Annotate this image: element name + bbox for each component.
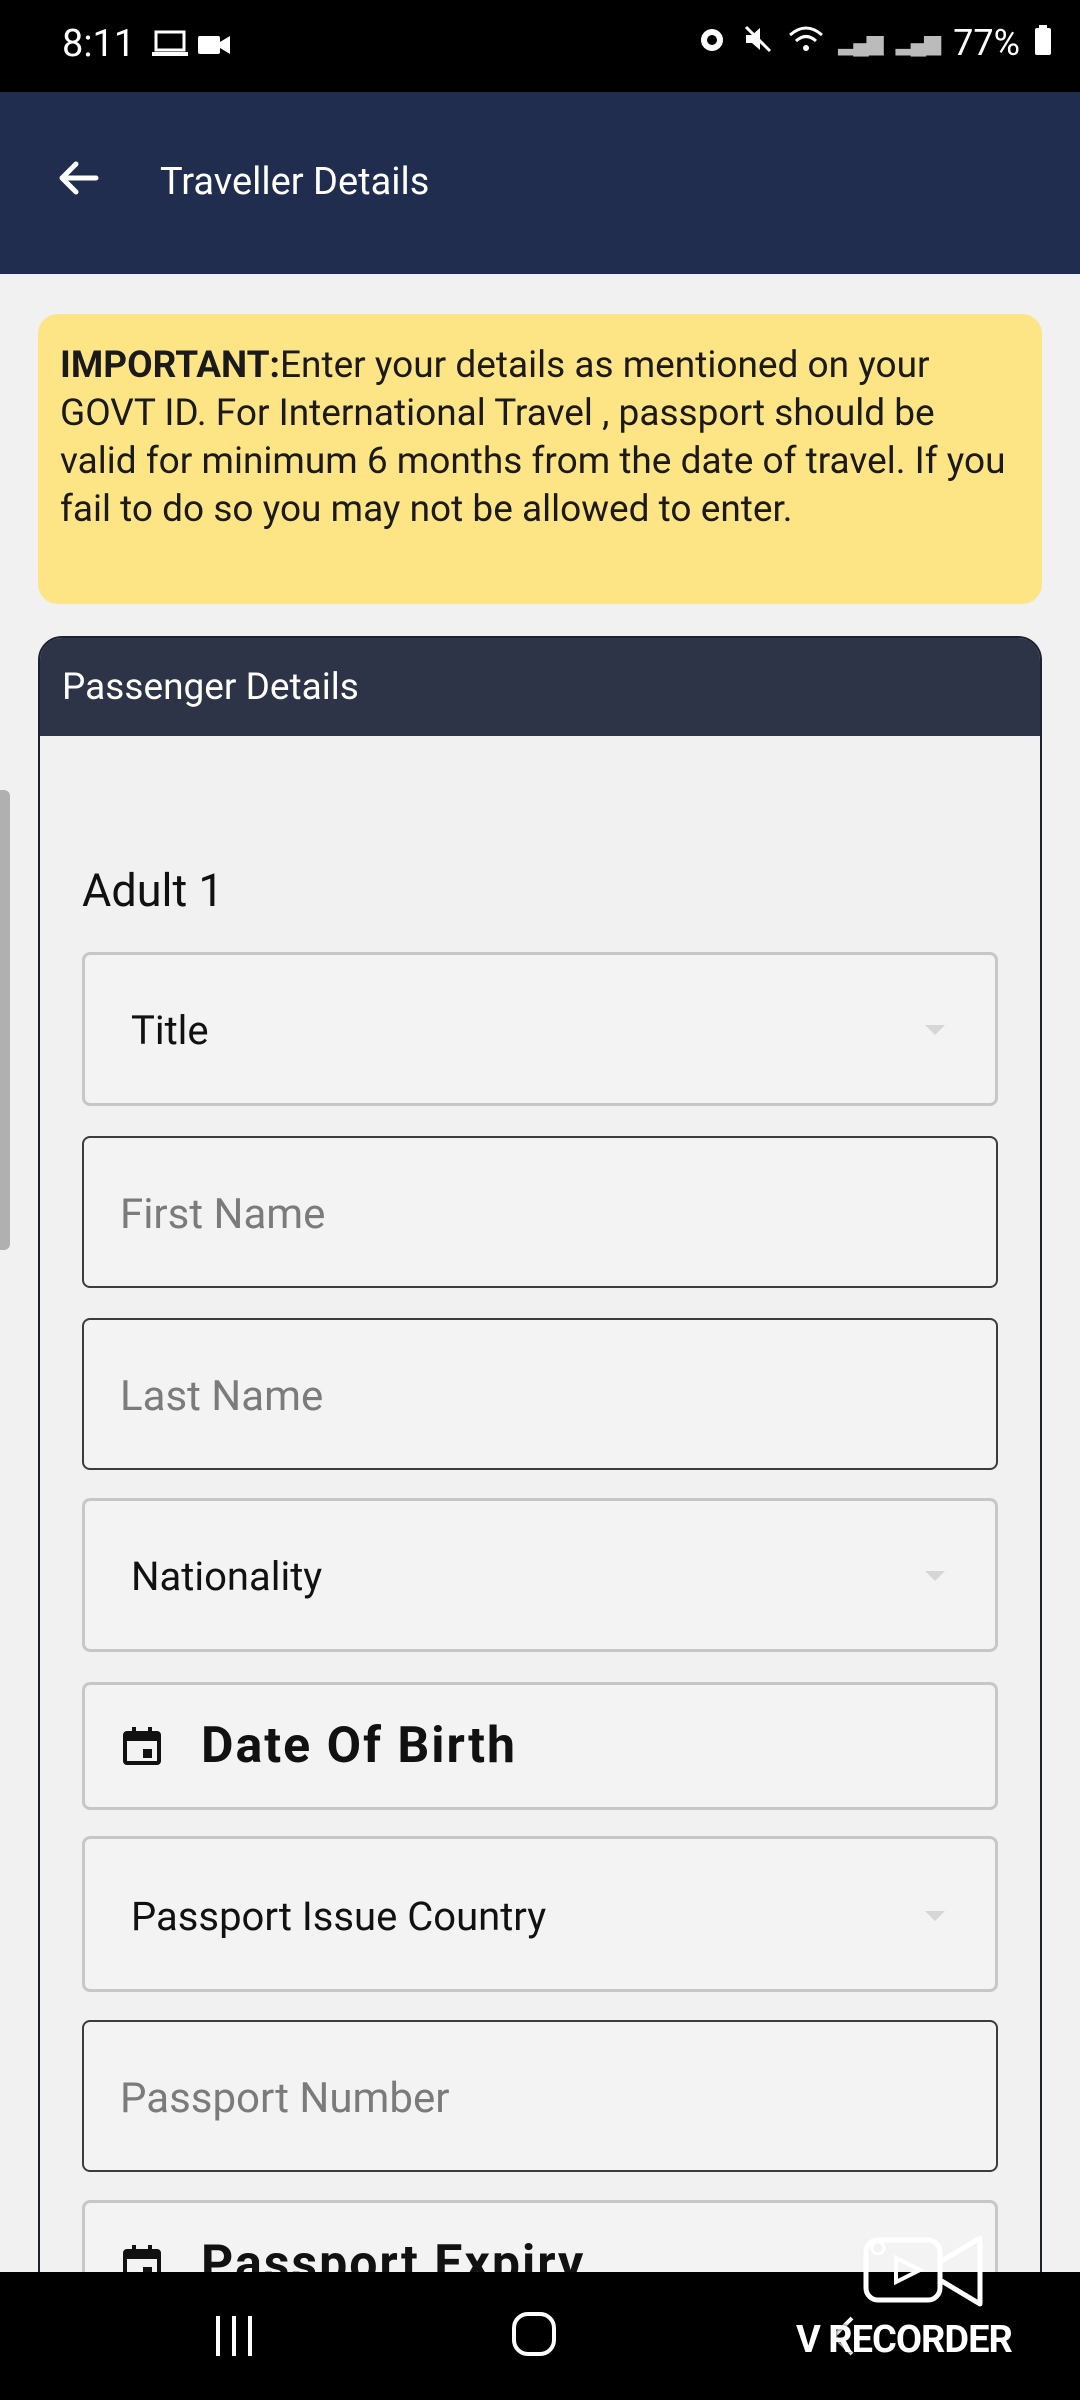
mute-icon [742, 22, 774, 64]
title-dropdown-value: Title [131, 1007, 209, 1054]
wifi-icon [788, 22, 824, 64]
app-bar: Traveller Details [0, 92, 1080, 274]
recorder-watermark: V RECORDER [796, 2232, 1064, 2372]
nationality-dropdown[interactable]: Nationality [82, 1498, 998, 1652]
adult-label: Adult 1 [82, 864, 224, 917]
chevron-down-icon [925, 1911, 945, 1921]
passport-number-field[interactable]: Passport Number [82, 2020, 998, 2172]
chevron-down-icon [925, 1025, 945, 1035]
laptop-icon [152, 30, 188, 62]
title-dropdown[interactable]: Title [82, 952, 998, 1106]
nationality-dropdown-value: Nationality [131, 1553, 323, 1600]
video-camera-icon [198, 34, 230, 60]
watermark-text: V RECORDER [796, 2318, 1013, 2362]
page-title: Traveller Details [160, 160, 430, 204]
last-name-placeholder: Last Name [120, 1372, 324, 1421]
home-icon[interactable] [512, 2312, 556, 2356]
last-name-field[interactable]: Last Name [82, 1318, 998, 1470]
battery-percent: 77% [953, 22, 1020, 64]
status-bar: 8:11 ▂▄▆ ▂▄▆ 77% [0, 0, 1080, 92]
status-time: 8:11 [62, 22, 136, 66]
video-recorder-logo-icon [863, 2235, 983, 2307]
chevron-down-icon [925, 1571, 945, 1581]
back-arrow-icon[interactable] [56, 156, 100, 200]
battery-icon [1034, 22, 1052, 64]
recents-icon[interactable] [212, 2314, 256, 2362]
lte-signal-icon: ▂▄▆ [895, 31, 941, 56]
passport-number-placeholder: Passport Number [120, 2074, 450, 2123]
calendar-icon [123, 1727, 161, 1765]
first-name-placeholder: First Name [120, 1190, 326, 1239]
passport-issue-country-value: Passport Issue Country [131, 1893, 547, 1940]
passport-issue-country-dropdown[interactable]: Passport Issue Country [82, 1836, 998, 1992]
signal-icon: ▂▄▆ [838, 31, 883, 56]
scroll-indicator[interactable] [0, 790, 10, 1250]
important-notice: IMPORTANT:Enter your details as mentione… [38, 314, 1042, 604]
date-of-birth-field[interactable]: Date Of Birth [82, 1682, 998, 1810]
alarm-icon [696, 22, 728, 64]
notice-prefix: IMPORTANT: [60, 344, 280, 387]
passenger-details-header: Passenger Details [40, 638, 1040, 736]
status-icons: ▂▄▆ ▂▄▆ 77% [696, 22, 1052, 64]
date-of-birth-label: Date Of Birth [201, 1717, 517, 1775]
passenger-details-card: Passenger Details Adult 1 Title First Na… [38, 636, 1042, 2336]
first-name-field[interactable]: First Name [82, 1136, 998, 1288]
